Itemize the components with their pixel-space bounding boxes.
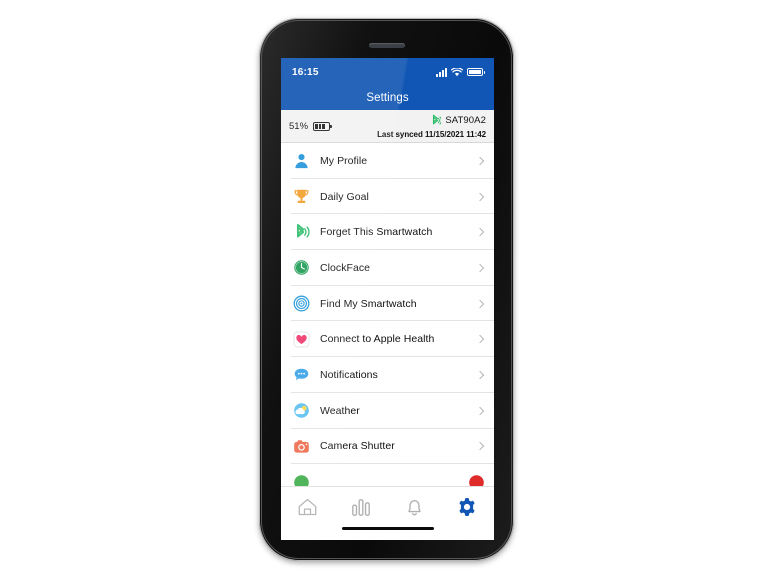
- weather-cloud-sun-icon: [291, 401, 311, 421]
- settings-row-label: Weather: [320, 404, 360, 417]
- device-info-strip: SAT90A2 Last synced 11/15/2021 11:42 51%: [281, 110, 494, 143]
- settings-row-label: Camera Shutter: [320, 440, 395, 453]
- smartphone-device-frame: 16:15 Settings SAT90A2 Last synced 11/15…: [259, 18, 514, 561]
- chat-bubble-icon: [291, 365, 311, 385]
- connected-watch-name: SAT90A2: [445, 114, 486, 126]
- settings-row-camera-shutter[interactable]: Camera Shutter: [281, 428, 494, 465]
- find-target-icon: [291, 294, 311, 314]
- battery-half-icon: [313, 122, 333, 131]
- bottom-tab-bar[interactable]: [281, 486, 494, 540]
- chevron-right-icon: [476, 264, 484, 272]
- settings-row-forget-this-smartwatch[interactable]: Forget This Smartwatch: [281, 214, 494, 251]
- chevron-right-icon: [476, 157, 484, 165]
- status-bar: 16:15: [281, 58, 494, 86]
- settings-row-notifications[interactable]: Notifications: [281, 357, 494, 393]
- status-bar-time: 16:15: [292, 66, 319, 78]
- wifi-icon: [451, 67, 463, 76]
- chevron-right-icon: [476, 335, 484, 343]
- tab-home[interactable]: [281, 494, 334, 520]
- settings-row-connect-to-apple-health[interactable]: Connect to Apple Health: [281, 321, 494, 358]
- bell-icon: [407, 500, 421, 516]
- settings-row-label: Find My Smartwatch: [320, 297, 417, 310]
- settings-row-weather[interactable]: Weather: [281, 392, 494, 429]
- navigation-bar: Settings: [281, 86, 494, 110]
- last-synced-text: Last synced 11/15/2021 11:42: [377, 129, 486, 139]
- settings-row-label: Daily Goal: [320, 190, 369, 203]
- status-bar-indicators: [436, 67, 485, 77]
- chevron-right-icon: [476, 300, 484, 308]
- apple-health-heart-icon: [291, 329, 311, 349]
- home-indicator: [341, 526, 434, 530]
- page-title: Settings: [366, 92, 409, 104]
- chevron-right-icon: [476, 228, 484, 236]
- camera-icon: [291, 436, 311, 456]
- settings-row-label: Connect to Apple Health: [320, 333, 435, 346]
- bluetooth-connected-icon: [433, 114, 442, 125]
- tab-activity[interactable]: [334, 494, 387, 520]
- settings-row-label: My Profile: [320, 154, 368, 167]
- tab-settings[interactable]: [441, 494, 494, 520]
- red-partial-icon: [466, 472, 486, 486]
- chevron-right-icon: [476, 193, 484, 201]
- watch-battery-block: 51%: [289, 121, 333, 132]
- earpiece-speaker: [368, 43, 405, 48]
- tab-notifications[interactable]: [388, 494, 441, 520]
- home-icon: [298, 498, 317, 516]
- settings-row-find-my-smartwatch[interactable]: Find My Smartwatch: [281, 285, 494, 322]
- settings-row-label: Forget This Smartwatch: [320, 226, 433, 239]
- clock-face-icon: [291, 258, 311, 278]
- gear-icon: [459, 497, 476, 517]
- chevron-right-icon: [476, 442, 484, 450]
- settings-row-label: ClockFace: [320, 261, 371, 274]
- green-partial-icon: [291, 472, 311, 486]
- chevron-right-icon: [476, 407, 484, 415]
- settings-row-partial-clipped[interactable]: [281, 464, 494, 486]
- settings-row-clockface[interactable]: ClockFace: [281, 250, 494, 286]
- person-icon: [291, 151, 311, 171]
- settings-list[interactable]: My Profile Daily Goal Forget This Smartw…: [281, 143, 494, 486]
- battery-full-icon: [467, 68, 485, 76]
- bar-chart-icon: [352, 498, 370, 516]
- bluetooth-icon: [291, 222, 311, 242]
- settings-row-daily-goal[interactable]: Daily Goal: [281, 178, 494, 215]
- trophy-icon: [291, 187, 311, 207]
- watch-battery-percent: 51%: [289, 121, 309, 132]
- chevron-right-icon: [476, 371, 484, 379]
- settings-row-my-profile[interactable]: My Profile: [281, 143, 494, 179]
- phone-screen: 16:15 Settings SAT90A2 Last synced 11/15…: [281, 58, 494, 540]
- settings-row-label: Notifications: [320, 368, 378, 381]
- cellular-signal-icon: [436, 67, 447, 77]
